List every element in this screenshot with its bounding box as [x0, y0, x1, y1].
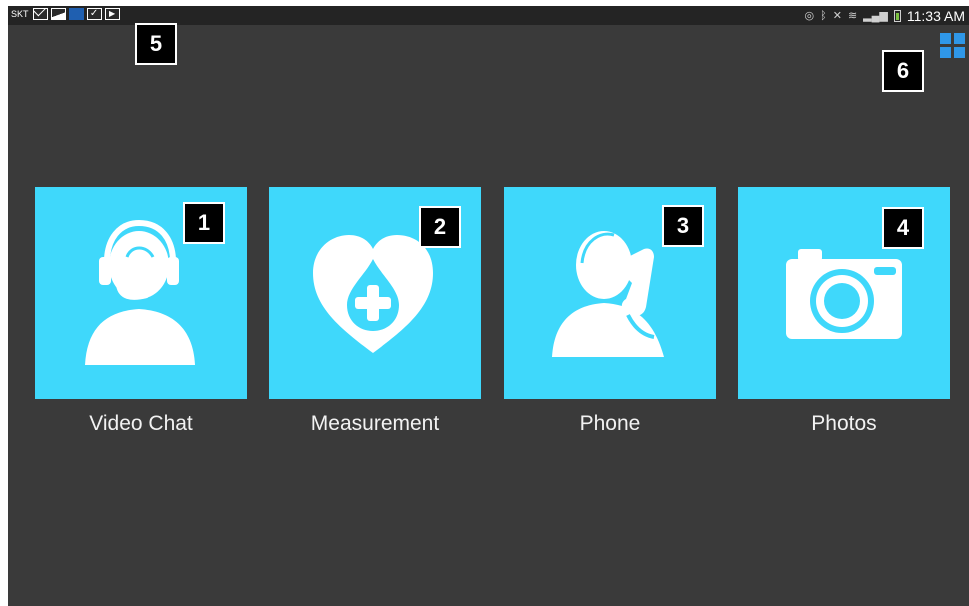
clock: 11:33 AM [906, 7, 965, 24]
badge-6: 6 [882, 50, 924, 92]
play-store-icon: ▶ [104, 8, 120, 20]
gallery-icon [50, 8, 66, 20]
bluetooth-icon: ᛒ [820, 9, 827, 22]
tile-label: Video Chat [89, 412, 193, 435]
eye-icon: ◎ [804, 10, 815, 22]
signal-icon: ▂▄▆ [863, 10, 888, 22]
badge-1: 1 [183, 202, 225, 244]
battery-charging-icon [893, 9, 901, 22]
wifi-icon: ≋ [847, 10, 858, 22]
app-notification-icon [68, 8, 84, 20]
badge-4: 4 [882, 207, 924, 249]
badge-5: 5 [135, 23, 177, 65]
grid-view-icon[interactable] [940, 33, 965, 58]
tile-label: Phone [579, 412, 641, 435]
badge-3: 3 [662, 205, 704, 247]
mail-icon [32, 8, 48, 20]
carrier-label: SKT [11, 9, 29, 19]
badge-2: 2 [419, 206, 461, 248]
tile-label: Measurement [310, 412, 440, 435]
notification-area[interactable]: SKT ✓ ▶ [11, 8, 120, 20]
tile-label: Photos [811, 412, 877, 435]
home-screen: SKT ✓ ▶ ◎ ᛒ ✕ ≋ ▂▄▆ 11:33 AM Video Chat … [8, 6, 969, 606]
mute-icon: ✕ [832, 10, 842, 22]
clipboard-check-icon: ✓ [86, 8, 102, 20]
system-tray: ◎ ᛒ ✕ ≋ ▂▄▆ 11:33 AM [805, 6, 966, 25]
